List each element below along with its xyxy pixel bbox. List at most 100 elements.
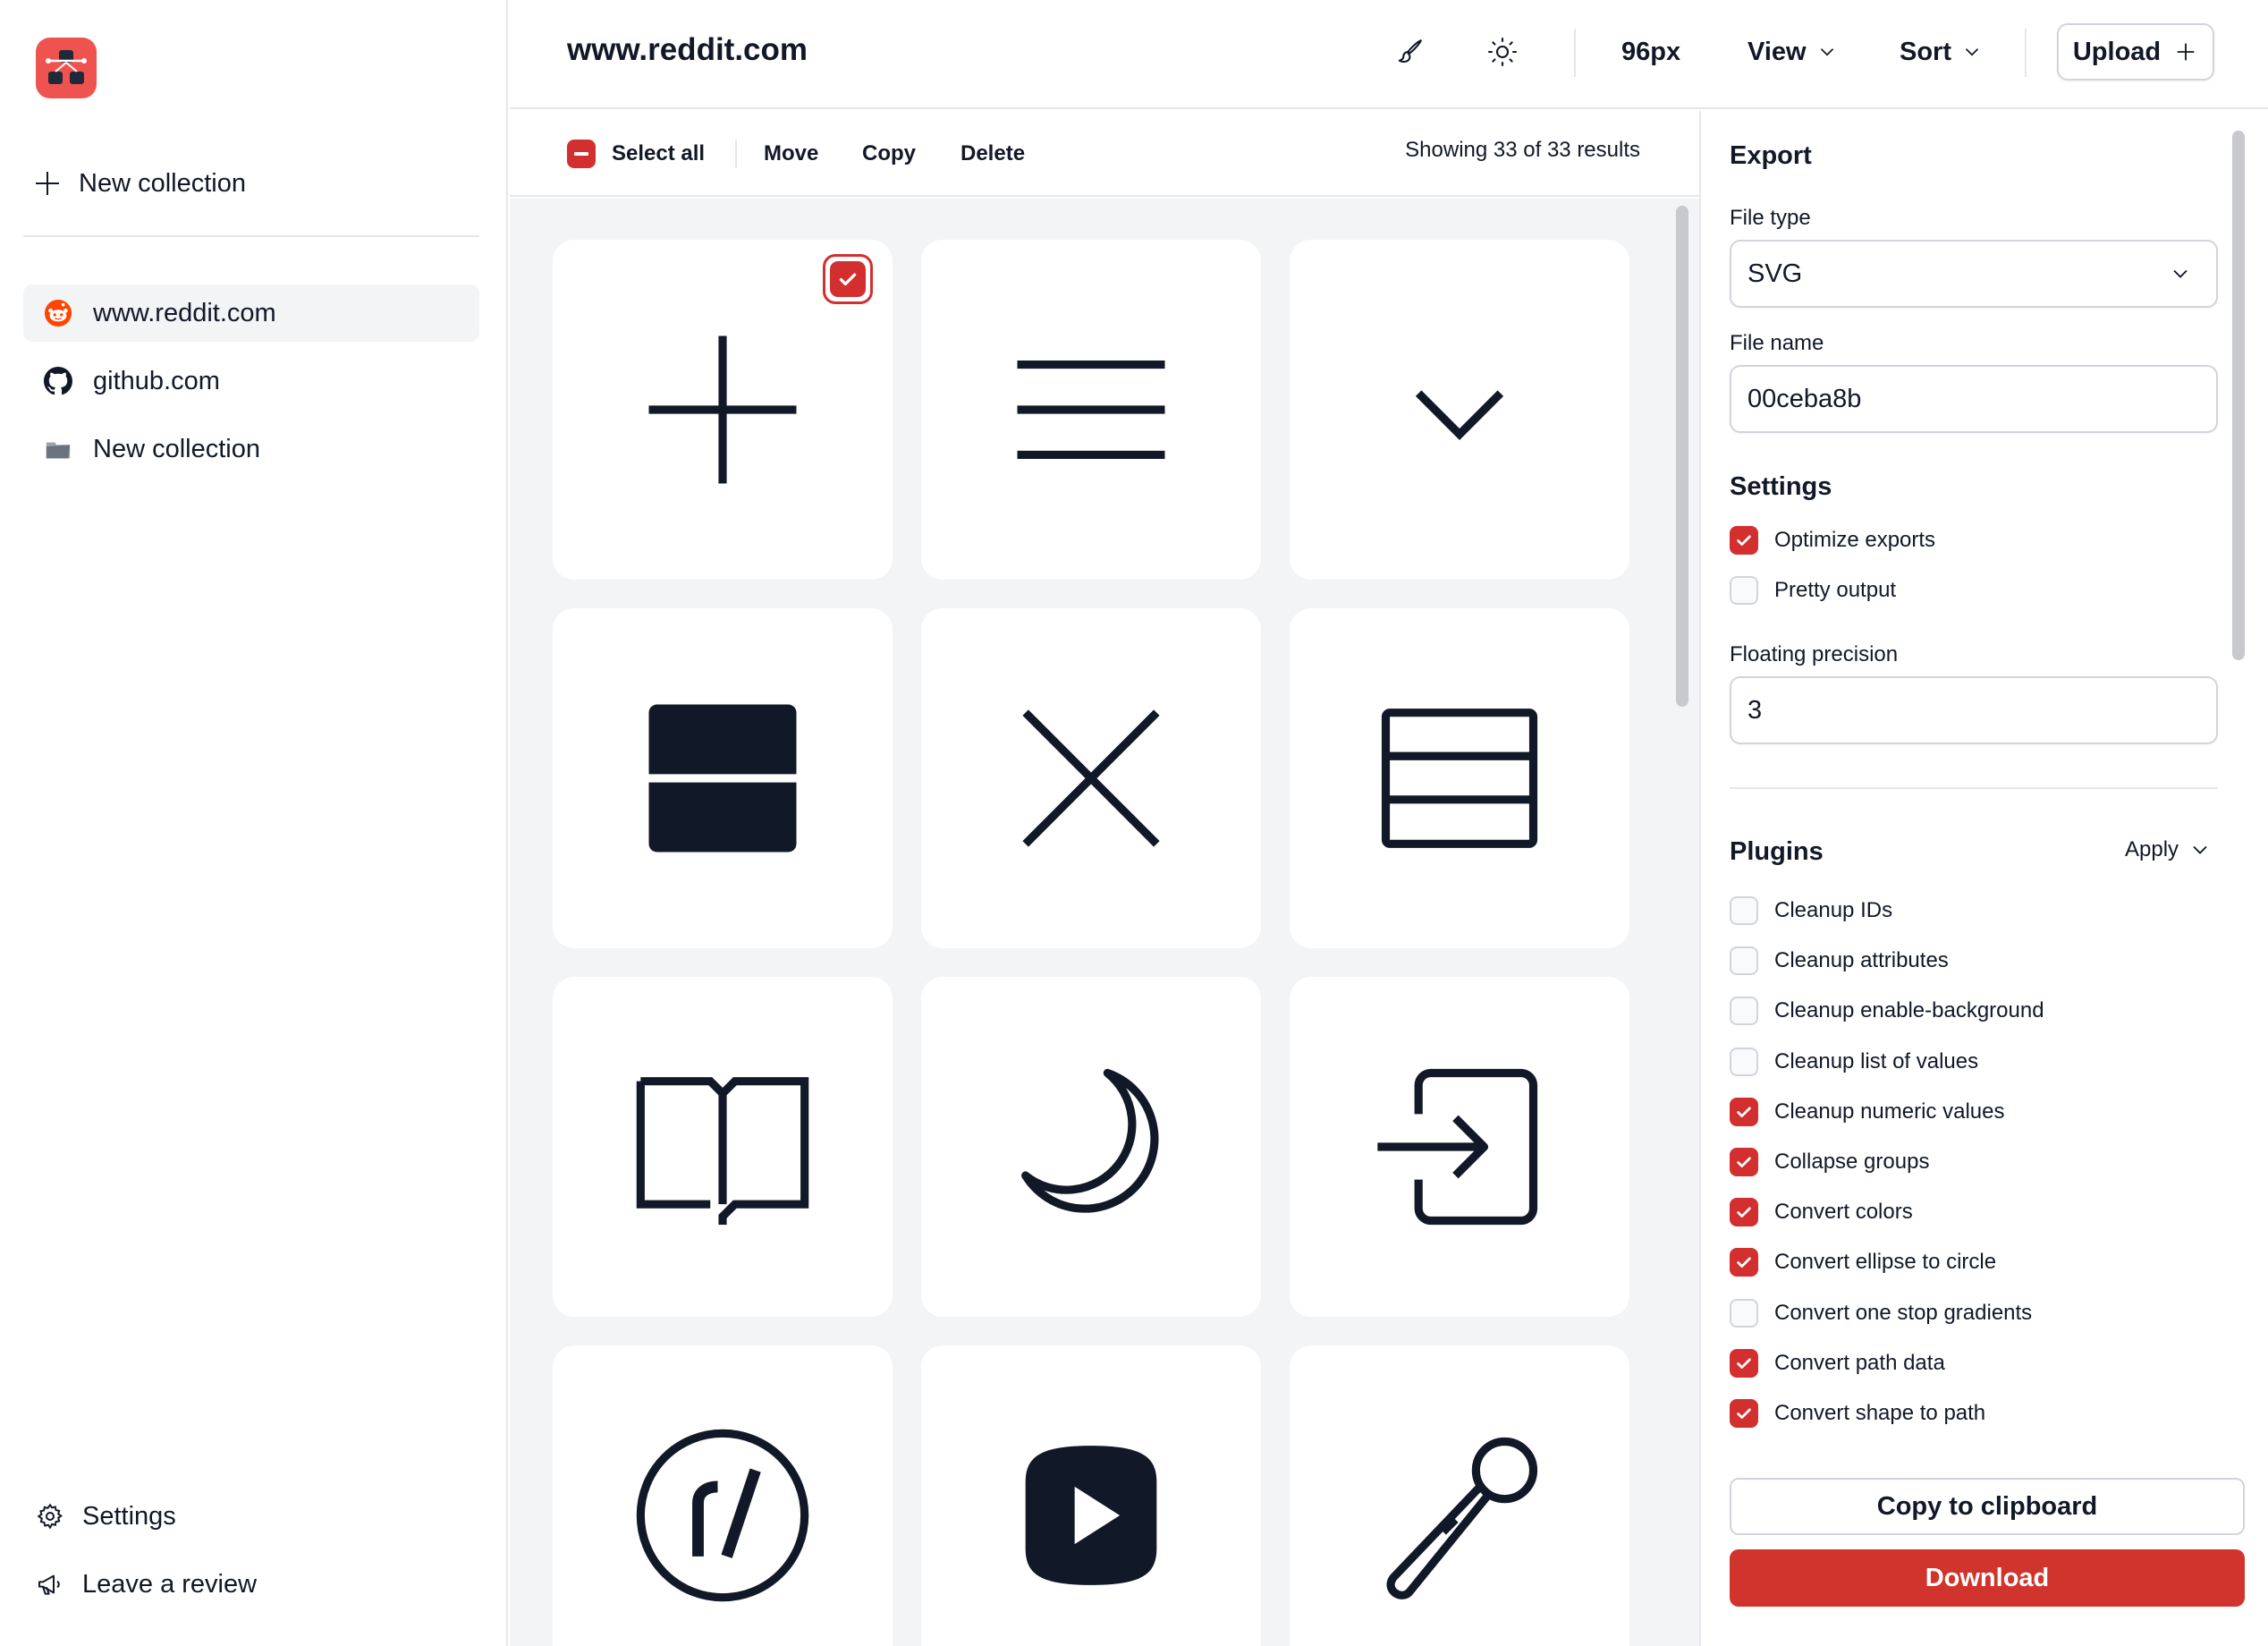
icon-card-play[interactable] <box>921 1345 1261 1646</box>
login-icon <box>1377 1068 1538 1226</box>
theme-toggle-button[interactable] <box>1486 23 1519 81</box>
sidebar-item-label: www.reddit.com <box>93 298 276 327</box>
checkbox-checked-icon <box>1730 1148 1758 1176</box>
icon-card-split-block[interactable] <box>553 608 893 948</box>
checkbox-checked-icon <box>1730 526 1758 555</box>
github-icon <box>43 366 73 396</box>
checkbox-label: Optimize exports <box>1774 528 1936 552</box>
plugin-checkbox[interactable]: Collapse groups <box>1730 1148 1929 1176</box>
sidebar-item-github[interactable]: github.com <box>23 352 479 410</box>
panel-scrollbar[interactable] <box>2232 131 2245 660</box>
select-all-label: Select all <box>612 141 706 165</box>
sidebar-item-new-collection[interactable]: New collection <box>23 420 479 478</box>
subreddit-icon <box>636 1429 809 1602</box>
precision-input[interactable]: 3 <box>1730 676 2218 744</box>
icon-card-microphone[interactable] <box>1290 1345 1629 1646</box>
sidebar-divider <box>23 235 479 237</box>
file-name-value: 00ceba8b <box>1748 384 1862 413</box>
leave-review-label: Leave a review <box>82 1569 258 1599</box>
settings-label: Settings <box>82 1501 176 1531</box>
icon-size-button[interactable]: 96px <box>1621 23 1680 81</box>
folder-icon <box>43 434 73 464</box>
copy-button[interactable]: Copy <box>862 138 916 170</box>
sidebar-item-label: New collection <box>93 434 260 463</box>
microphone-icon <box>1386 1437 1538 1599</box>
sort-dropdown[interactable]: Sort <box>1900 23 1984 81</box>
plugin-checkbox[interactable]: Cleanup enable-background <box>1730 997 2044 1026</box>
checkbox-label: Collapse groups <box>1774 1150 1930 1174</box>
icon-card-menu[interactable] <box>921 240 1261 580</box>
sidebar-item-reddit[interactable]: www.reddit.com <box>23 284 479 342</box>
toolbar-divider <box>735 140 737 168</box>
header-divider <box>2025 29 2027 77</box>
checkbox-unchecked-icon <box>1730 1298 1758 1328</box>
view-dropdown[interactable]: View <box>1748 23 1839 81</box>
checkbox-label: Cleanup enable-background <box>1774 998 2044 1023</box>
icon-card-login[interactable] <box>1290 977 1629 1317</box>
plugin-checkbox[interactable]: Convert colors <box>1730 1198 1913 1227</box>
reddit-icon <box>43 298 73 328</box>
megaphone-icon <box>38 1574 60 1595</box>
precision-label: Floating precision <box>1730 642 1899 666</box>
app-logo-icon[interactable] <box>36 38 97 98</box>
checkbox-label: Convert colors <box>1774 1200 1913 1225</box>
upload-button[interactable]: Upload <box>2057 23 2214 81</box>
checkbox-label: Cleanup numeric values <box>1774 1099 2005 1124</box>
play-icon <box>1025 1446 1157 1585</box>
grid-scrollbar[interactable] <box>1676 206 1688 707</box>
leave-review-link[interactable]: Leave a review <box>36 1560 257 1608</box>
select-all-checkbox[interactable]: Select all <box>567 138 705 170</box>
plugin-checkbox[interactable]: Cleanup attributes <box>1730 946 1949 976</box>
move-button[interactable]: Move <box>764 138 818 170</box>
chevron-down-icon <box>2193 845 2207 854</box>
icon-grid <box>510 199 1699 1646</box>
checkbox-unchecked-icon <box>1730 896 1758 925</box>
checkbox-checked-icon <box>1730 1097 1758 1126</box>
checkbox-checked-icon <box>1730 1248 1758 1277</box>
new-collection-button[interactable]: New collection <box>36 159 246 208</box>
icon-card-close[interactable] <box>921 608 1261 948</box>
plugin-checkbox[interactable]: Cleanup numeric values <box>1730 1097 2005 1126</box>
checkbox-unchecked-icon <box>1730 1047 1758 1076</box>
header-divider <box>1574 29 1576 77</box>
icon-card-chevron-down[interactable] <box>1290 240 1629 580</box>
settings-link[interactable]: Settings <box>36 1492 257 1540</box>
icon-card-plus[interactable] <box>553 240 893 580</box>
checkbox-label: Cleanup list of values <box>1774 1048 1979 1073</box>
checkbox-label: Cleanup attributes <box>1774 948 1949 973</box>
file-type-select[interactable]: SVG <box>1730 240 2218 308</box>
icon-card-subreddit[interactable] <box>553 1345 893 1646</box>
icon-card-rows[interactable] <box>1290 608 1629 948</box>
checkbox-label: Pretty output <box>1774 578 1897 602</box>
moon-icon <box>1021 1068 1159 1213</box>
brush-icon <box>1398 39 1422 64</box>
plugin-checkbox[interactable]: Cleanup list of values <box>1730 1047 1979 1076</box>
file-name-label: File name <box>1730 331 1824 355</box>
icon-card-moon[interactable] <box>921 977 1261 1317</box>
brush-button[interactable] <box>1393 23 1426 81</box>
sidebar-item-label: github.com <box>93 366 220 395</box>
copy-to-clipboard-button[interactable]: Copy to clipboard <box>1730 1478 2245 1535</box>
rows-icon <box>1381 708 1538 848</box>
optimize-exports-checkbox[interactable]: Optimize exports <box>1730 526 1935 555</box>
checkbox-checked-icon <box>1730 1198 1758 1227</box>
delete-button[interactable]: Delete <box>961 138 1025 170</box>
icon-card-book[interactable] <box>553 977 893 1317</box>
indeterminate-checkbox-icon <box>567 140 596 168</box>
plugin-checkbox[interactable]: Convert one stop gradients <box>1730 1298 2032 1328</box>
plugin-checkbox[interactable]: Convert shape to path <box>1730 1399 1985 1428</box>
download-button[interactable]: Download <box>1730 1549 2245 1607</box>
plugin-checkbox[interactable]: Convert ellipse to circle <box>1730 1248 1996 1277</box>
export-panel: Export File type SVG File name 00ceba8b … <box>1699 111 2268 1646</box>
file-name-input[interactable]: 00ceba8b <box>1730 365 2218 433</box>
top-header: www.reddit.com 96px View Sort Upload <box>510 0 2268 109</box>
plugin-checkbox[interactable]: Convert path data <box>1730 1348 1945 1378</box>
checkbox-label: Convert path data <box>1774 1350 1945 1375</box>
pretty-output-checkbox[interactable]: Pretty output <box>1730 576 1896 605</box>
checkbox-unchecked-icon <box>1730 576 1758 605</box>
plugin-checkbox[interactable]: Cleanup IDs <box>1730 896 1892 925</box>
card-checkbox[interactable] <box>823 254 873 304</box>
chevron-down-icon <box>2173 269 2188 278</box>
chevron-down-icon <box>1820 48 1833 56</box>
apply-dropdown[interactable]: Apply <box>2125 837 2213 862</box>
